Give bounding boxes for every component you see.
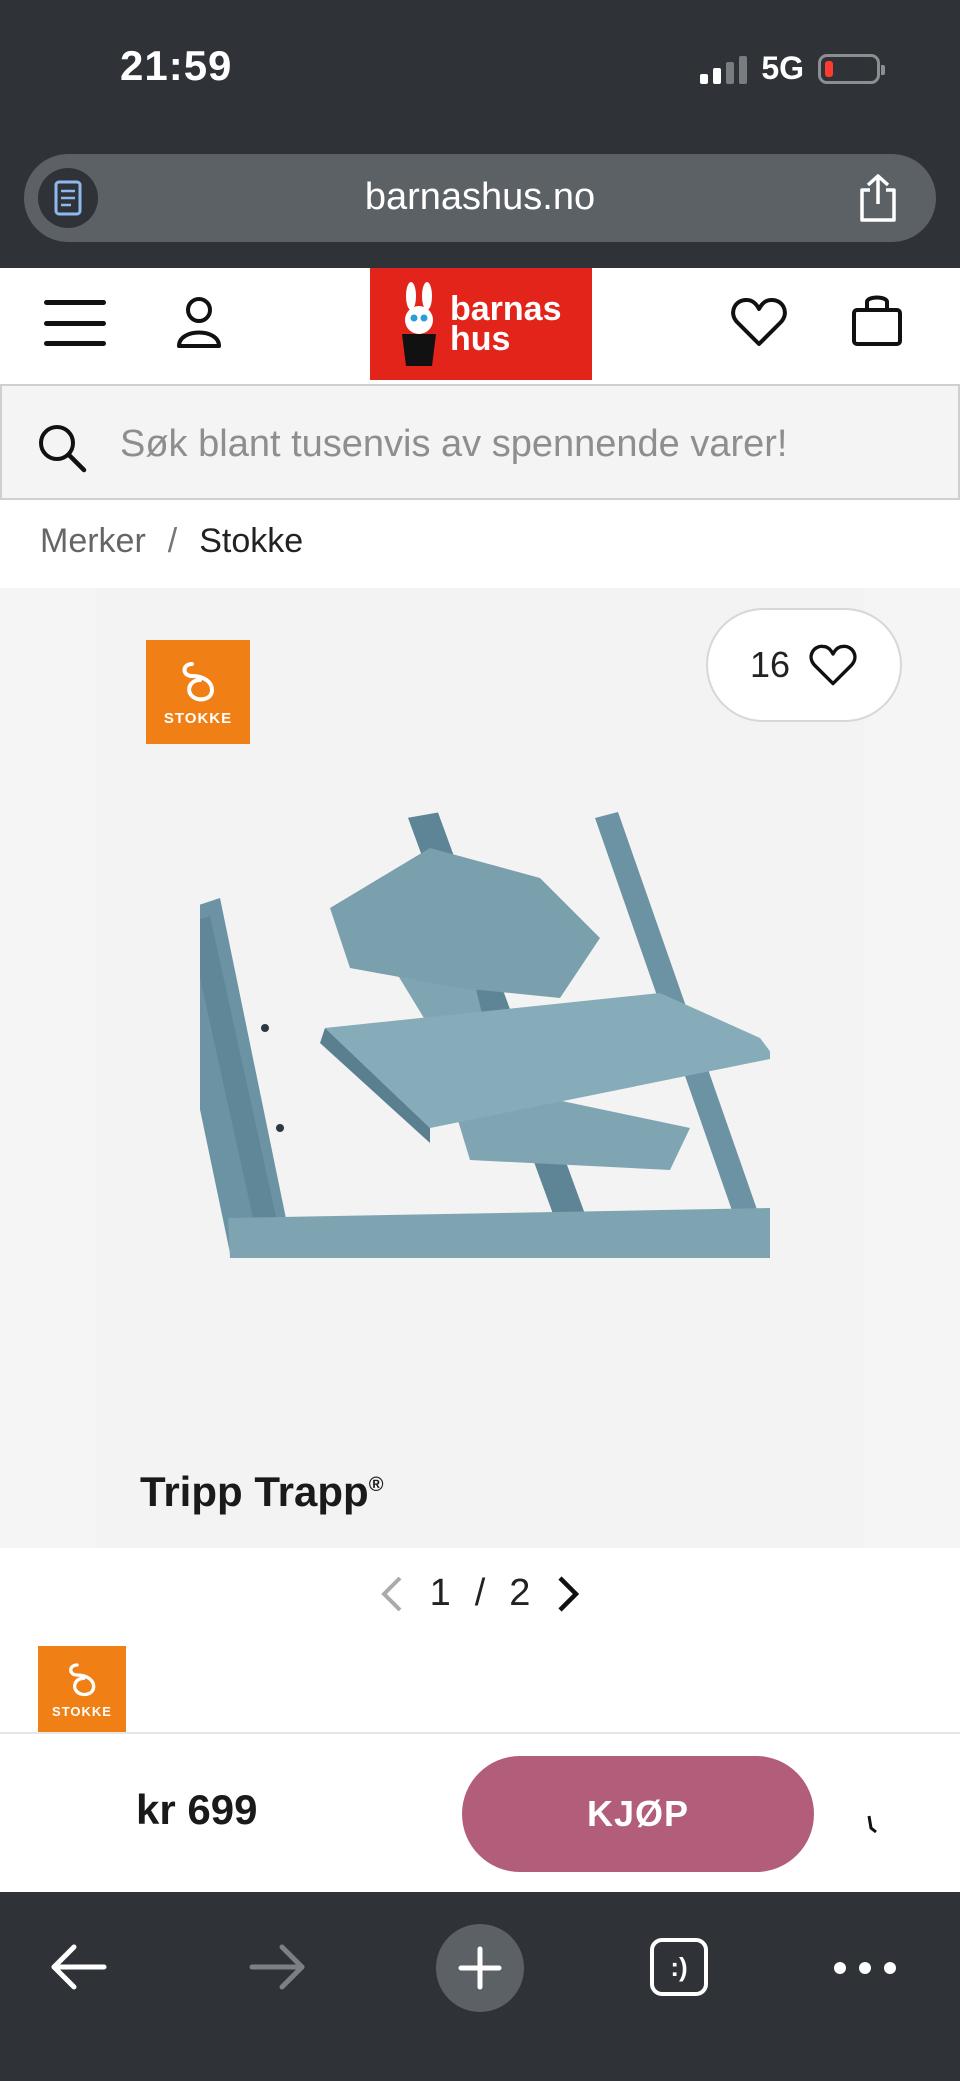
product-price: kr 699 <box>136 1786 258 1833</box>
cart-icon[interactable] <box>850 292 904 348</box>
sticky-buy-bar: kr 699 KJØP <box>0 1732 960 1892</box>
tabs-button[interactable]: :) <box>650 1938 708 1996</box>
logo-text: barnas hus <box>450 290 562 358</box>
share-icon[interactable] <box>854 172 902 224</box>
pager-separator: / <box>474 1572 486 1614</box>
browser-chrome: 21:59 5G barnashus.no <box>0 0 960 268</box>
status-indicators: 5G <box>700 50 885 87</box>
more-options-icon[interactable] <box>834 1948 896 1988</box>
breadcrumb: Merker / Stokke <box>40 522 303 561</box>
signal-icon <box>700 54 748 84</box>
stokke-logo: STOKKE <box>146 640 250 744</box>
wishlist-icon[interactable] <box>730 296 788 348</box>
wishlist-count: 16 <box>749 644 791 685</box>
new-tab-button[interactable] <box>436 1924 524 2012</box>
chevron-left-icon[interactable] <box>378 1574 406 1614</box>
search-bar <box>0 384 960 500</box>
network-label: 5G <box>761 50 804 86</box>
search-input[interactable] <box>120 406 940 482</box>
url-text: barnashus.no <box>364 176 596 218</box>
chevron-right-icon[interactable] <box>554 1574 582 1614</box>
battery-icon <box>818 53 885 84</box>
menu-icon[interactable] <box>44 300 106 346</box>
search-icon[interactable] <box>36 422 88 474</box>
pager-total: 2 <box>509 1572 531 1614</box>
heart-icon <box>809 644 857 686</box>
breadcrumb-separator: / <box>167 522 178 560</box>
site-header: barnas hus <box>0 268 960 380</box>
image-pager: 1 / 2 <box>0 1572 960 1615</box>
stokke-icon <box>69 1662 96 1696</box>
buy-button[interactable]: KJØP <box>462 1756 814 1872</box>
brand-logo-link[interactable]: STOKKE <box>38 1646 126 1732</box>
plus-icon <box>458 1946 502 1990</box>
breadcrumb-stokke[interactable]: Stokke <box>199 522 303 561</box>
scroll-hint-icon <box>867 1815 877 1834</box>
product-image-chair <box>200 812 770 1258</box>
status-time: 21:59 <box>120 42 233 89</box>
forward-arrow-icon[interactable] <box>248 1942 308 1992</box>
rabbit-icon <box>402 282 436 366</box>
address-bar[interactable]: barnashus.no <box>24 154 936 242</box>
user-icon[interactable] <box>174 294 224 350</box>
pager-current: 1 <box>429 1572 451 1614</box>
wishlist-counter-button[interactable]: 16 <box>706 608 902 722</box>
breadcrumb-merker[interactable]: Merker <box>40 522 146 561</box>
site-logo[interactable]: barnas hus <box>370 268 592 380</box>
product-gallery[interactable]: STOKKE 16 Tripp Trapp® <box>0 588 960 1548</box>
product-name: Tripp Trapp® <box>140 1468 384 1515</box>
back-arrow-icon[interactable] <box>48 1942 108 1992</box>
browser-toolbar: :) <box>0 1892 960 2081</box>
